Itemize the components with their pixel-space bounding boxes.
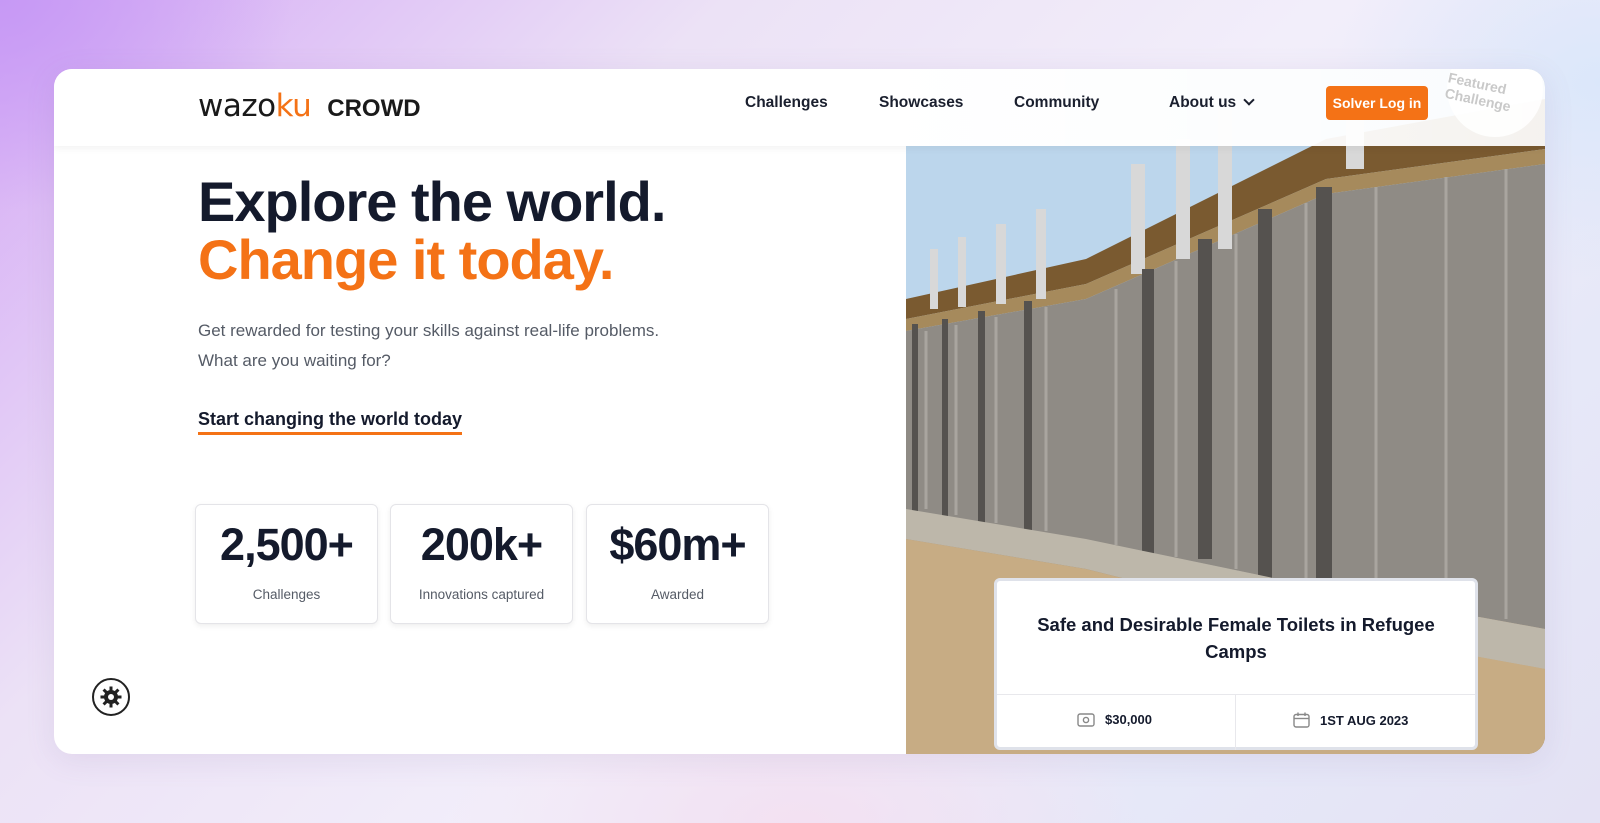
money-icon xyxy=(1077,712,1095,727)
nav-link-showcases[interactable]: Showcases xyxy=(879,94,963,112)
stat-value: 2,500+ xyxy=(220,519,354,570)
hero-title-accent: Change it today. xyxy=(198,228,614,291)
hero-subtitle-line-1: Get rewarded for testing your skills aga… xyxy=(198,321,660,340)
challenge-deadline-value: 1ST AUG 2023 xyxy=(1320,712,1409,728)
challenge-prize-value: $30,000 xyxy=(1105,712,1152,727)
nav-link-challenges[interactable]: Challenges xyxy=(745,94,828,112)
gear-icon xyxy=(100,686,122,708)
nav-link-about-us-label: About us xyxy=(1169,94,1237,111)
start-changing-link[interactable]: Start changing the world today xyxy=(198,409,463,435)
stat-label: Innovations captured xyxy=(418,587,545,602)
cookie-settings-button[interactable] xyxy=(92,678,130,716)
challenge-prize: $30,000 xyxy=(1077,712,1152,727)
calendar-icon xyxy=(1293,712,1310,728)
nav-link-about-us[interactable]: About us xyxy=(1169,94,1255,112)
hero-subtitle-line-2: What are you waiting for? xyxy=(198,351,391,370)
challenge-vertical-divider xyxy=(1235,694,1236,750)
challenge-title: Safe and Desirable Female Toilets in Ref… xyxy=(1037,614,1435,662)
challenge-deadline: 1ST AUG 2023 xyxy=(1293,712,1408,728)
stat-label: Challenges xyxy=(252,587,321,602)
featured-challenge-card[interactable]: Safe and Desirable Female Toilets in Ref… xyxy=(994,578,1478,750)
wazoku-crowd-logo[interactable]: wazo ku CROWD xyxy=(198,88,421,128)
featured-challenge-badge: Featured Challenge xyxy=(1438,69,1545,146)
top-navbar: wazo ku CROWD Challenges Showcases Commun… xyxy=(54,69,1545,146)
chevron-down-icon xyxy=(1243,94,1255,106)
stat-value: $60m+ xyxy=(609,519,746,570)
hero-subtitle: Get rewarded for testing your skills aga… xyxy=(198,316,718,376)
stat-card-challenges: 2,500+ Challenges xyxy=(195,504,378,624)
logo-text-wazo: wazo xyxy=(198,88,276,124)
solver-login-button[interactable]: Solver Log in xyxy=(1326,86,1428,120)
main-card: wazo ku CROWD Challenges Showcases Commun… xyxy=(54,69,1545,754)
challenge-divider xyxy=(997,694,1475,695)
hero-title: Explore the world. xyxy=(198,170,666,233)
nav-link-community[interactable]: Community xyxy=(1014,94,1099,112)
logo-text-crowd: CROWD xyxy=(327,95,421,122)
stat-card-awarded: $60m+ Awarded xyxy=(586,504,769,624)
logo-text-ku: ku xyxy=(275,88,312,124)
stat-card-innovations: 200k+ Innovations captured xyxy=(390,504,573,624)
stat-value: 200k+ xyxy=(420,519,543,570)
stat-label: Awarded xyxy=(650,587,705,602)
